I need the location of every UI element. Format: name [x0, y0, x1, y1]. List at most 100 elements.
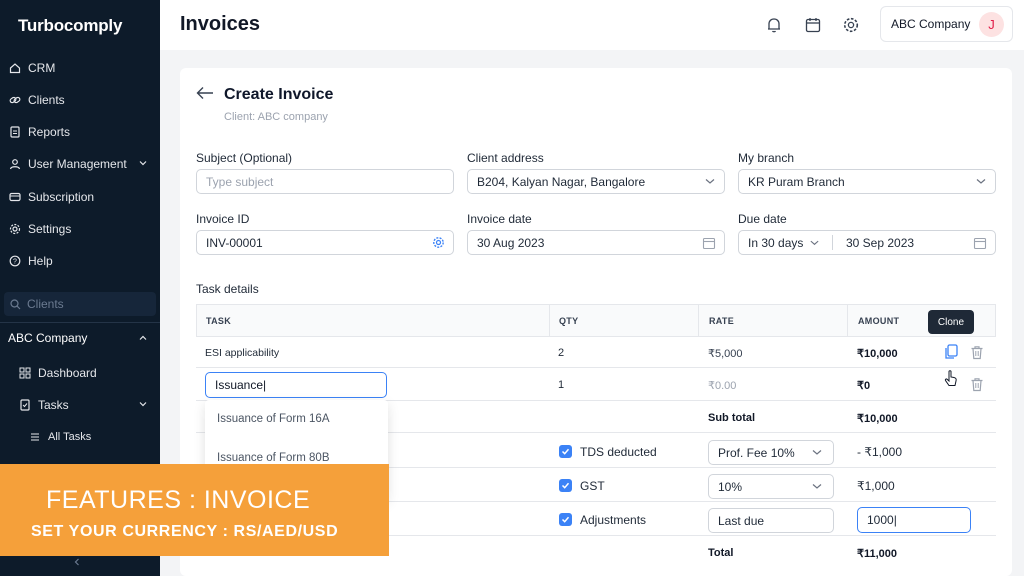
invoice-date-input[interactable]: 30 Aug 2023: [467, 230, 725, 255]
due-date-value[interactable]: 30 Sep 2023: [846, 236, 914, 250]
clone-icon[interactable]: [944, 344, 958, 365]
gst-checkbox[interactable]: [559, 479, 572, 492]
sidebar-item-label: Tasks: [38, 398, 69, 412]
column-header-task: TASK: [206, 316, 232, 326]
task-name[interactable]: ESI applicability: [205, 347, 279, 359]
task-name-input[interactable]: Issuance|: [205, 372, 387, 398]
sidebar-item-subscription[interactable]: Subscription: [8, 186, 154, 208]
hand-cursor-icon: [944, 370, 958, 393]
adjustments-amount-value: 1000|: [867, 513, 897, 527]
task-amount: ₹10,000: [857, 348, 898, 360]
chevron-down-icon: [811, 446, 823, 458]
user-icon: [8, 157, 22, 171]
row-divider: [196, 367, 996, 368]
avatar[interactable]: J: [979, 12, 1004, 37]
invoice-id-value: INV-00001: [206, 235, 263, 250]
task-rate[interactable]: ₹0.00: [708, 379, 736, 392]
sidebar-item-settings[interactable]: Settings: [8, 218, 154, 240]
sidebar-item-help[interactable]: ? Help: [8, 250, 154, 272]
column-divider: [549, 304, 550, 337]
subtotal-label: Sub total: [708, 412, 756, 424]
dashboard-icon: [18, 366, 32, 380]
task-rate[interactable]: ₹5,000: [708, 347, 743, 360]
search-icon: [10, 298, 21, 310]
calendar-icon[interactable]: [973, 236, 987, 250]
sidebar-item-reports[interactable]: Reports: [8, 121, 154, 143]
task-qty[interactable]: 2: [558, 347, 564, 359]
branch-value: KR Puram Branch: [748, 174, 845, 189]
adjustments-note-input[interactable]: Last due: [708, 508, 834, 533]
gear-icon[interactable]: [432, 236, 445, 249]
task-qty[interactable]: 1: [558, 379, 564, 391]
client-address-select[interactable]: B204, Kalyan Nagar, Bangalore: [467, 169, 725, 194]
invoice-date-label: Invoice date: [467, 212, 532, 226]
sidebar-item-label: User Management: [28, 157, 127, 171]
chevron-down-icon: [811, 480, 823, 492]
sidebar-item-label: Settings: [28, 222, 72, 236]
company-name: ABC Company: [891, 17, 971, 31]
sidebar-item-label: CRM: [28, 61, 56, 75]
sidebar-item-label: Reports: [28, 125, 71, 139]
sidebar-item-all-tasks[interactable]: All Tasks: [28, 426, 154, 448]
back-arrow-icon[interactable]: [196, 86, 214, 105]
page-title: Invoices: [180, 13, 261, 35]
due-date-label: Due date: [738, 212, 787, 226]
due-date-group: In 30 days 30 Sep 2023: [738, 230, 996, 255]
gst-amount: ₹1,000: [857, 479, 895, 493]
bell-icon[interactable]: [764, 15, 784, 35]
report-icon: [8, 125, 22, 139]
sidebar-item-label: All Tasks: [48, 431, 92, 443]
adjustments-note-value: Last due: [718, 513, 765, 528]
suggestion-item[interactable]: Issuance of Form 80B: [217, 452, 330, 464]
client-address-value: B204, Kalyan Nagar, Bangalore: [477, 174, 646, 189]
clone-tooltip: Clone: [928, 310, 974, 334]
subject-input[interactable]: Type subject: [196, 169, 454, 194]
sidebar-search[interactable]: Clients: [4, 292, 156, 316]
subject-label: Subject (Optional): [196, 151, 293, 165]
gst-select[interactable]: 10%: [708, 474, 834, 499]
chevron-down-icon: [704, 175, 716, 187]
collapse-sidebar-icon[interactable]: [72, 556, 82, 570]
due-in-select[interactable]: In 30 days: [748, 236, 820, 250]
adjustments-amount-input[interactable]: 1000|: [857, 507, 971, 533]
due-in-value: In 30 days: [748, 235, 804, 250]
svg-text:?: ?: [13, 258, 17, 265]
tds-select[interactable]: Prof. Fee 10%: [708, 440, 834, 465]
calendar-icon[interactable]: [702, 236, 716, 250]
tds-checkbox[interactable]: [559, 445, 572, 458]
sidebar-item-clients[interactable]: Clients: [8, 89, 154, 111]
adjustments-checkbox[interactable]: [559, 513, 572, 526]
branch-select[interactable]: KR Puram Branch: [738, 169, 996, 194]
task-details-label: Task details: [196, 282, 259, 296]
total-label: Total: [708, 547, 734, 559]
top-bar: Invoices ABC Company J: [160, 0, 1024, 50]
company-switcher[interactable]: ABC Company J: [880, 6, 1013, 42]
sidebar-item-dashboard[interactable]: Dashboard: [18, 362, 154, 384]
sidebar-item-user-management[interactable]: User Management: [8, 153, 154, 175]
trash-icon[interactable]: [970, 377, 984, 392]
card-title: Create Invoice: [224, 86, 334, 103]
sidebar-company-toggle[interactable]: ABC Company: [8, 331, 154, 345]
tds-amount: - ₹1,000: [857, 445, 902, 459]
sidebar-item-label: Dashboard: [38, 366, 97, 380]
sidebar-item-crm[interactable]: CRM: [8, 57, 154, 79]
sidebar-divider: [0, 322, 160, 323]
subject-placeholder: Type subject: [206, 174, 274, 189]
chevron-down-icon: [975, 175, 987, 187]
gear-icon: [8, 222, 22, 236]
search-placeholder: Clients: [27, 297, 64, 311]
feature-banner: FEATURES : INVOICE SET YOUR CURRENCY : R…: [0, 464, 389, 556]
invoice-id-input[interactable]: INV-00001: [196, 230, 454, 255]
trash-icon[interactable]: [970, 345, 984, 360]
settings-icon[interactable]: [841, 15, 861, 35]
column-divider: [847, 304, 848, 337]
gst-select-value: 10%: [718, 479, 743, 494]
sidebar-item-tasks[interactable]: Tasks: [18, 394, 154, 416]
home-icon: [8, 61, 22, 75]
subscription-icon: [8, 190, 22, 204]
chevron-down-icon: [809, 237, 820, 248]
sidebar-company-label: ABC Company: [8, 331, 88, 345]
suggestion-item[interactable]: Issuance of Form 16A: [217, 413, 330, 425]
subtotal-value: ₹10,000: [857, 413, 898, 425]
calendar-icon[interactable]: [803, 15, 823, 35]
